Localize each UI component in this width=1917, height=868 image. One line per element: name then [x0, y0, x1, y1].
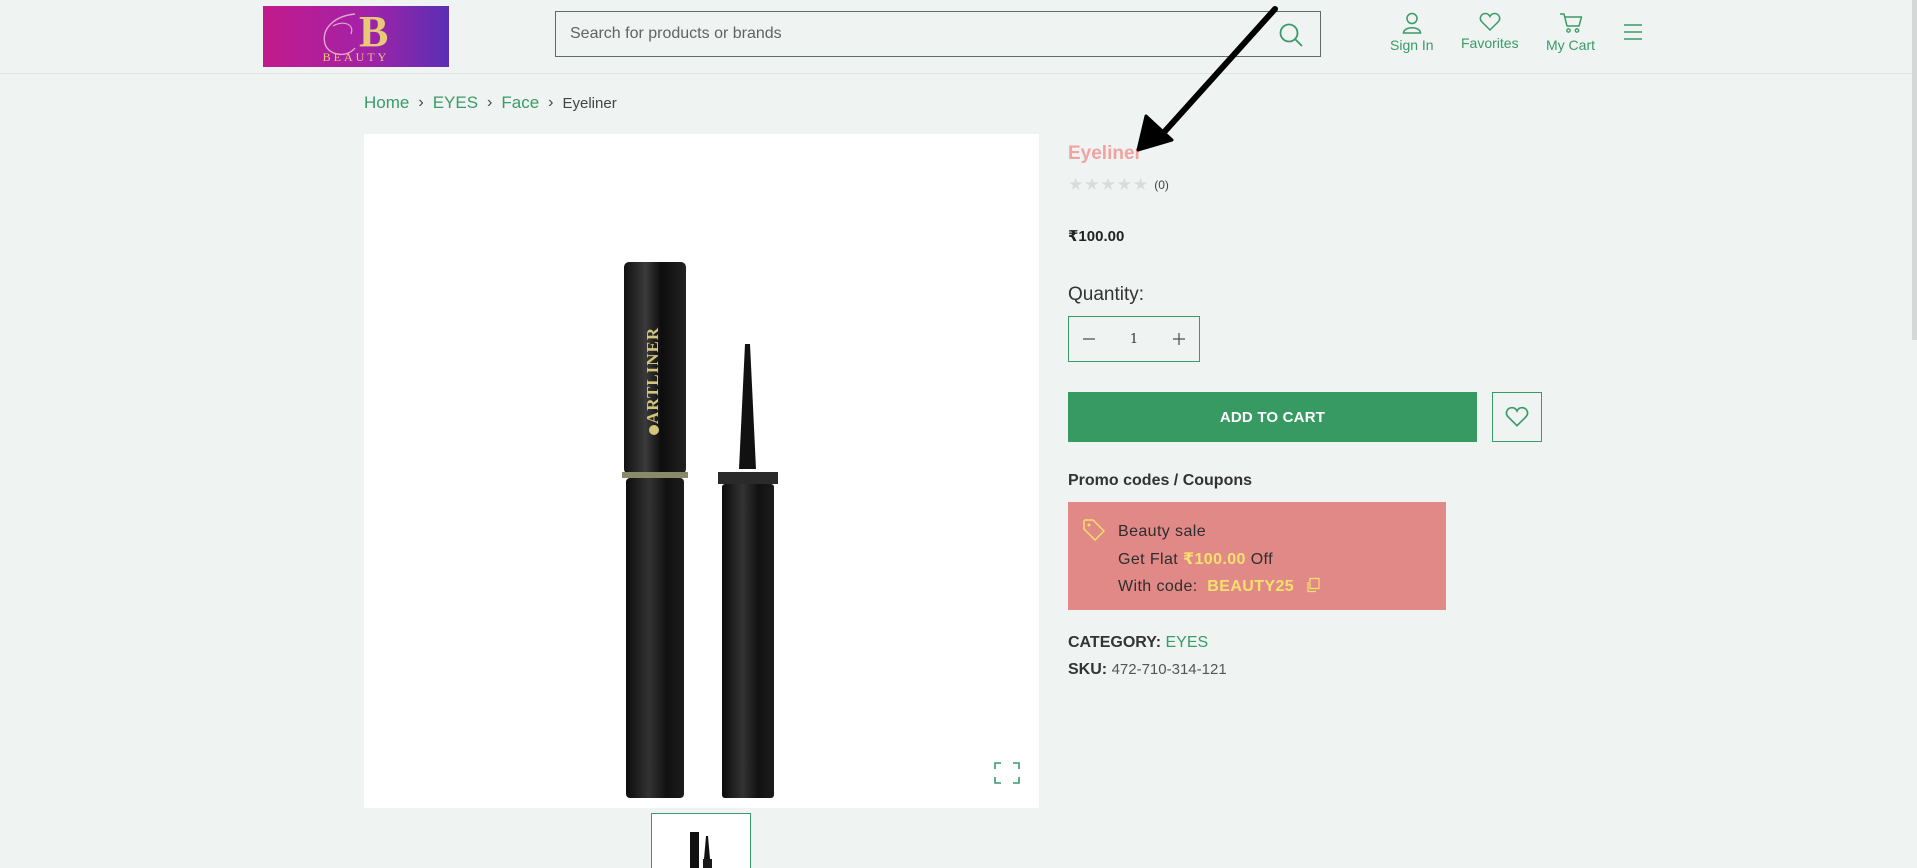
cart-icon: [1559, 13, 1582, 33]
brand-logo[interactable]: B BEAUTY: [263, 6, 449, 67]
sku-value: 472-710-314-121: [1111, 661, 1227, 678]
product-price: ₹100.00: [1068, 228, 1125, 245]
sign-in-link[interactable]: Sign In: [1390, 12, 1434, 53]
favorites-label: Favorites: [1461, 35, 1519, 51]
product-image[interactable]: ARTLINER: [364, 134, 1039, 808]
search-icon[interactable]: [1278, 22, 1304, 48]
promo-offer: Get Flat ₹100.00 Off: [1118, 546, 1321, 574]
add-to-cart-button[interactable]: ADD TO CART: [1068, 392, 1477, 442]
plus-icon: [1173, 333, 1185, 345]
breadcrumb-eyes[interactable]: EYES: [433, 93, 478, 113]
chevron-right-icon: ›: [418, 94, 424, 111]
star-icon[interactable]: ★: [1101, 176, 1116, 193]
product-title: Eyeliner: [1068, 143, 1142, 164]
copy-icon[interactable]: [1305, 575, 1321, 603]
increase-quantity-button[interactable]: [1159, 317, 1199, 361]
rating: ★ ★ ★ ★ ★ (0): [1068, 176, 1169, 193]
promo-code-line: With code: BEAUTY25: [1118, 573, 1321, 603]
minus-icon: [1083, 338, 1095, 340]
sign-in-label: Sign In: [1390, 37, 1434, 53]
promo-amount: ₹100.00: [1182, 550, 1246, 568]
category-label: CATEGORY:: [1068, 634, 1162, 651]
menu-icon[interactable]: [1622, 22, 1644, 47]
promo-name: Beauty sale: [1118, 523, 1207, 540]
search-bar: [555, 11, 1321, 57]
logo-text: BEAUTY: [322, 50, 390, 64]
product-thumbnail[interactable]: [651, 813, 751, 868]
expand-icon[interactable]: [993, 761, 1021, 790]
promo-heading: Promo codes / Coupons: [1068, 472, 1253, 489]
my-cart-link[interactable]: My Cart: [1546, 12, 1595, 53]
svg-text:B: B: [359, 7, 388, 56]
search-input[interactable]: [570, 12, 1250, 56]
star-icon[interactable]: ★: [1084, 176, 1099, 193]
category-link[interactable]: EYES: [1165, 634, 1208, 651]
promo-flat-suffix: Off: [1250, 550, 1273, 568]
star-icon[interactable]: ★: [1068, 176, 1083, 193]
rating-count: (0): [1154, 177, 1169, 192]
site-header: B BEAUTY Sign In Favorites My Cart: [0, 0, 1917, 74]
user-icon: [1402, 12, 1422, 34]
eyeliner-image: ARTLINER: [622, 262, 778, 798]
promo-code-prefix: With code:: [1118, 578, 1198, 595]
breadcrumb-home[interactable]: Home: [364, 93, 409, 113]
quantity-input[interactable]: 1: [1109, 332, 1159, 347]
heart-icon: [1479, 12, 1501, 32]
chevron-right-icon: ›: [487, 94, 493, 111]
breadcrumb: Home › EYES › Face › Eyeliner: [364, 93, 617, 113]
promo-coupon: Beauty sale Get Flat ₹100.00 Off With co…: [1068, 502, 1446, 610]
star-icon[interactable]: ★: [1117, 176, 1132, 193]
decrease-quantity-button[interactable]: [1069, 317, 1109, 361]
page-scrollbar[interactable]: [1912, 0, 1917, 340]
chevron-right-icon: ›: [548, 94, 554, 111]
category-row: CATEGORY: EYES: [1068, 634, 1208, 652]
breadcrumb-face[interactable]: Face: [501, 93, 539, 113]
my-cart-label: My Cart: [1546, 37, 1595, 53]
tag-icon: [1082, 518, 1106, 547]
favorites-link[interactable]: Favorites: [1461, 12, 1519, 51]
image-brand-label: ARTLINER: [643, 327, 662, 424]
quantity-stepper: 1: [1068, 316, 1200, 362]
promo-details: Beauty sale Get Flat ₹100.00 Off With co…: [1118, 518, 1321, 603]
sku-row: SKU: 472-710-314-121: [1068, 661, 1227, 679]
breadcrumb-current: Eyeliner: [562, 94, 617, 112]
promo-code[interactable]: BEAUTY25: [1207, 578, 1294, 595]
add-to-favorites-button[interactable]: [1492, 392, 1542, 442]
promo-flat-prefix: Get Flat: [1118, 550, 1179, 568]
heart-icon: [1505, 406, 1529, 427]
sku-label: SKU:: [1068, 661, 1108, 678]
star-icon[interactable]: ★: [1133, 176, 1148, 193]
quantity-label: Quantity:: [1068, 284, 1145, 305]
